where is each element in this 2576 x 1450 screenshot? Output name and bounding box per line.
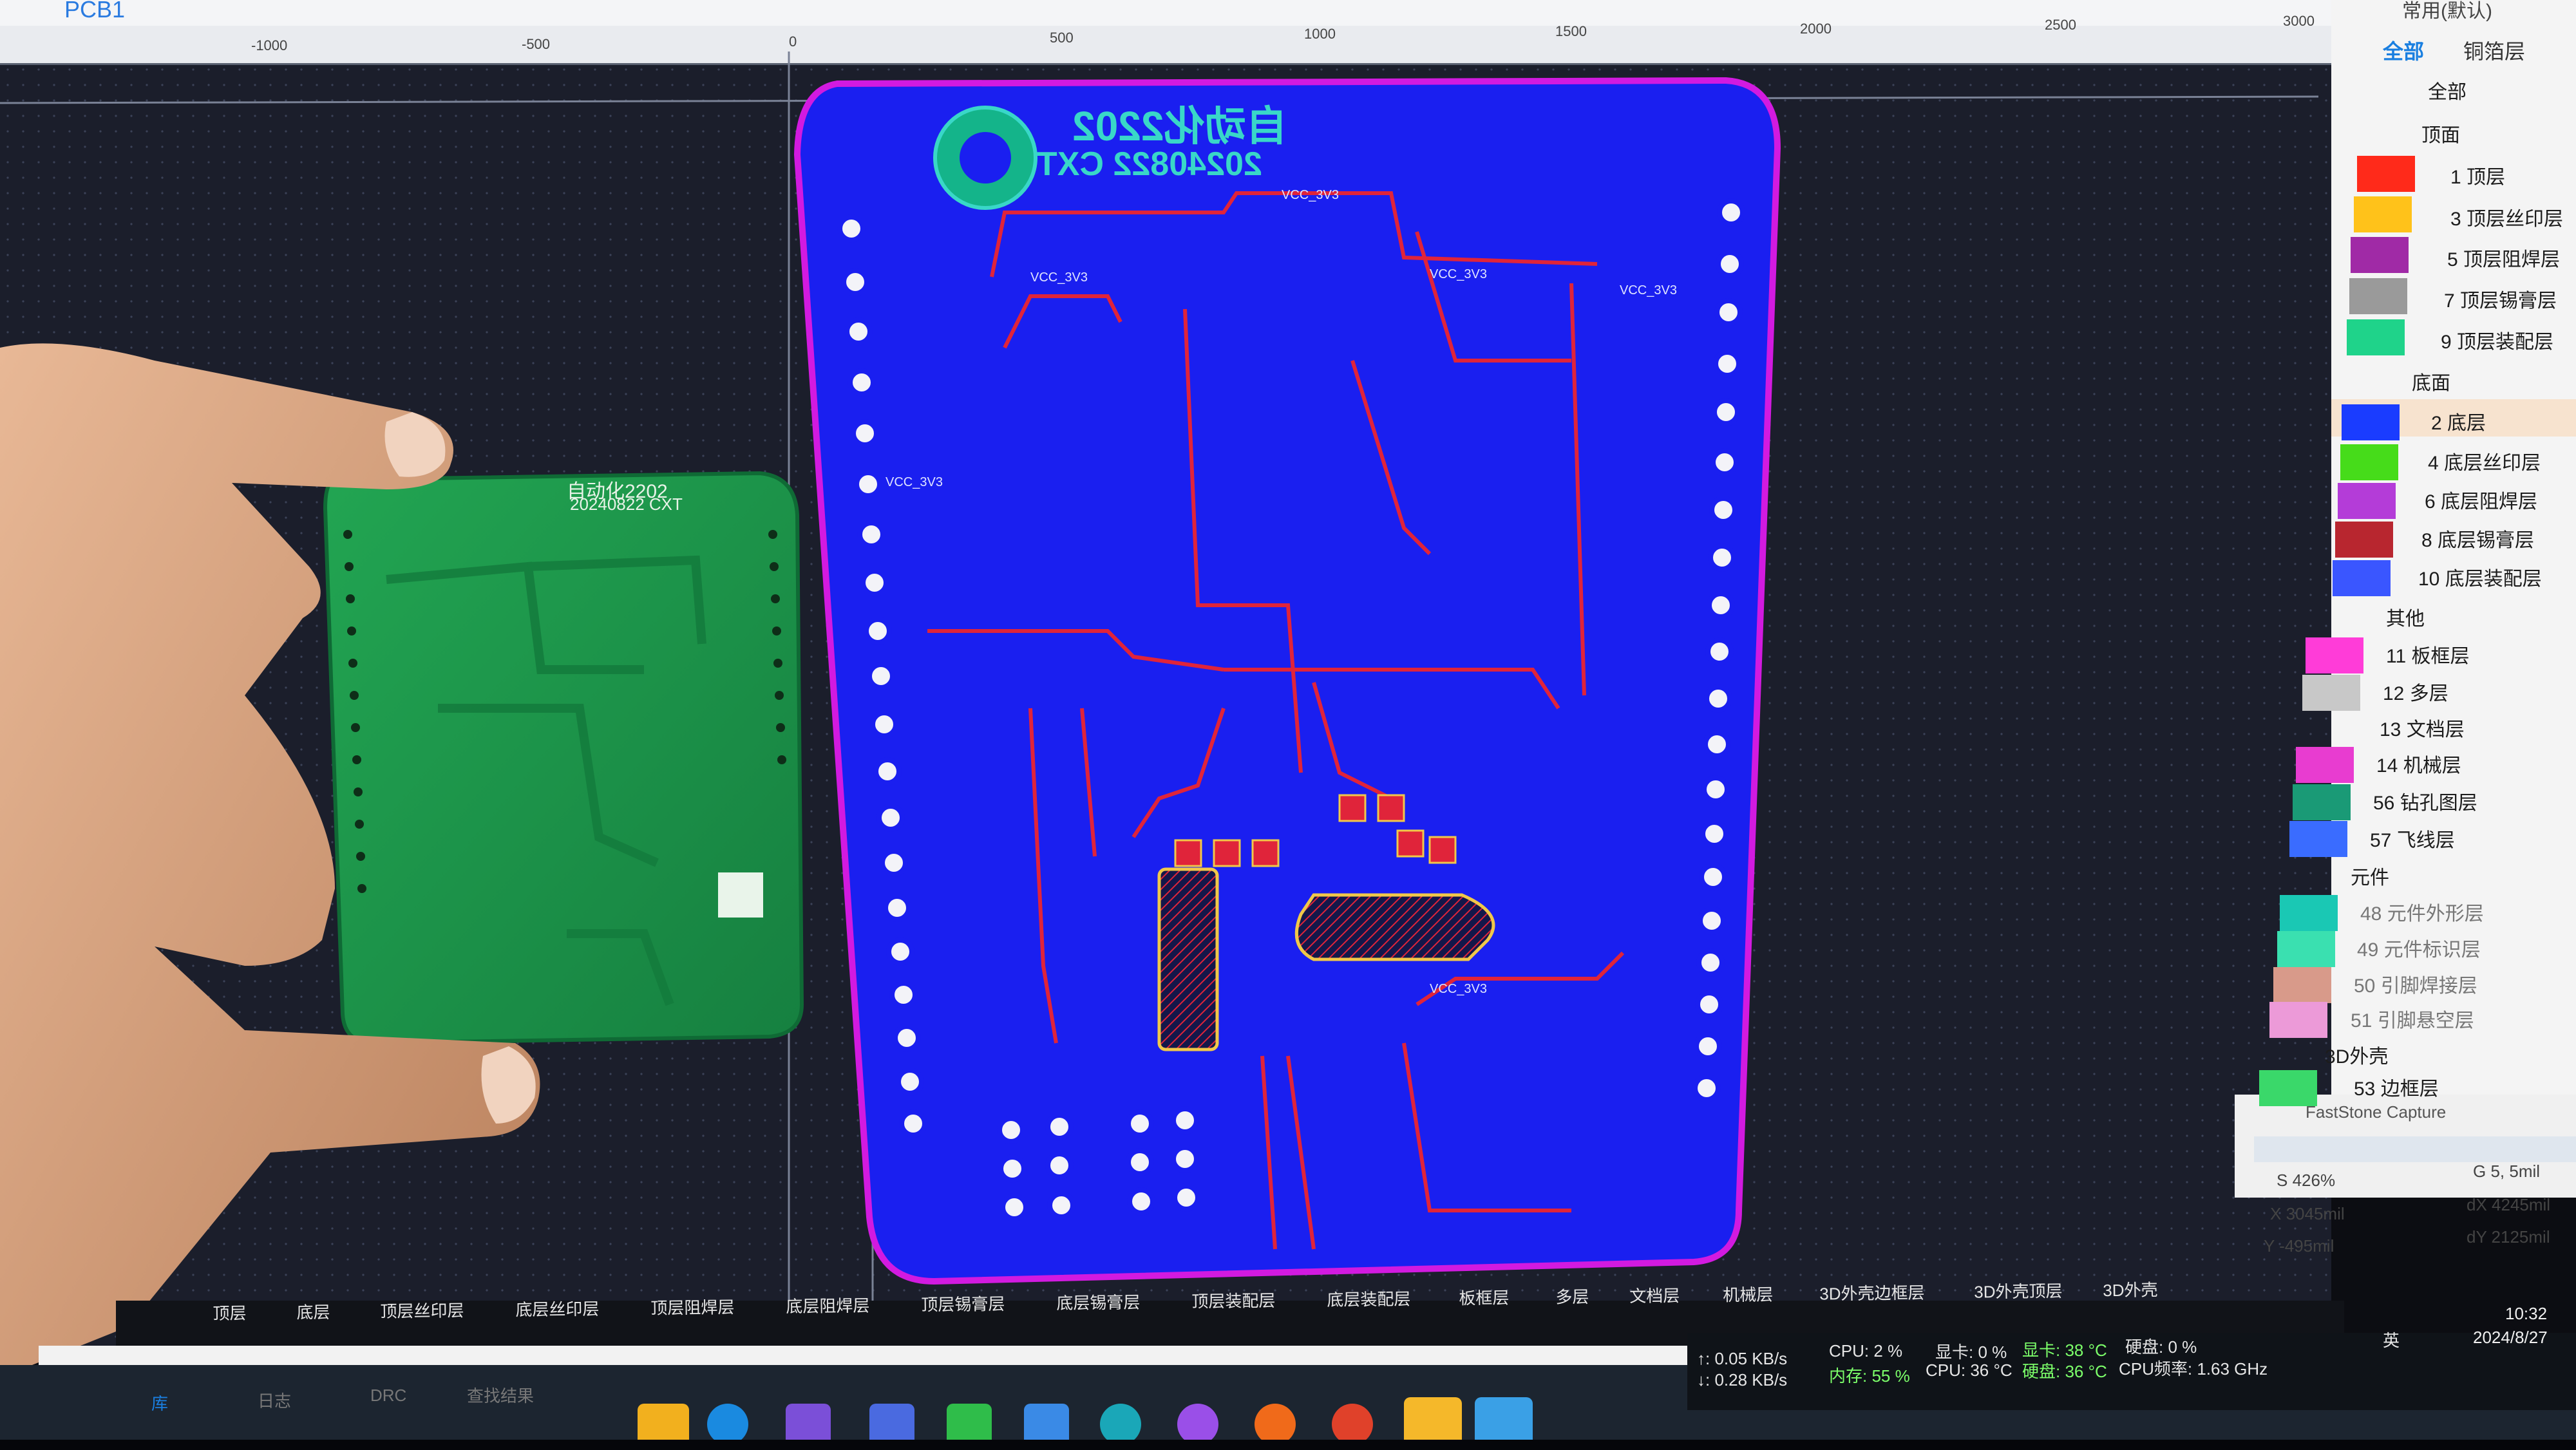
layer-item[interactable]: 11 板框层: [2386, 640, 2469, 668]
layer-tab[interactable]: 底层装配层: [1327, 1286, 1410, 1311]
ruler-tick: 1500: [1555, 23, 1587, 39]
layer-group[interactable]: 底面: [2412, 367, 2450, 395]
layer-item[interactable]: 12 多层: [2383, 677, 2448, 706]
layer-group[interactable]: 顶面: [2421, 119, 2460, 147]
layer-item[interactable]: 10 底层装配层: [2418, 563, 2542, 591]
ruler-tick: 3000: [2283, 13, 2315, 29]
document-tab[interactable]: PCB1: [64, 0, 125, 23]
layer-tab[interactable]: 底层锡膏层: [1056, 1289, 1140, 1314]
net-label: VCC_3V3: [1030, 270, 1088, 285]
layer-item[interactable]: 7 顶层锡膏层: [2444, 285, 2557, 313]
net-label: VCC_3V3: [886, 475, 943, 489]
cpu-usage: CPU: 2 %: [1829, 1341, 1903, 1361]
layer-item[interactable]: 56 钻孔图层: [2373, 787, 2477, 815]
dy-readout: dY 2125mil: [2467, 1227, 2550, 1247]
tab-copper[interactable]: 铜箔层: [2463, 35, 2525, 65]
tab-log[interactable]: 日志: [258, 1388, 291, 1412]
layer-group[interactable]: 其他: [2386, 603, 2425, 631]
ruler-tick: -1000: [251, 37, 288, 53]
layer-tab[interactable]: 底层阻焊层: [786, 1293, 869, 1318]
net-upload: ↑: 0.05 KB/s: [1697, 1349, 1788, 1368]
photo-scene: [0, 0, 2576, 1450]
layer-tab[interactable]: 顶层丝印层: [380, 1297, 464, 1323]
ruler-tick: 1000: [1304, 26, 1336, 42]
layer-item[interactable]: 6 底层阻焊层: [2425, 485, 2537, 514]
layer-tab[interactable]: 3D外壳: [2103, 1277, 2158, 1301]
layer-item[interactable]: 8 底层锡膏层: [2421, 524, 2534, 552]
layer-tab[interactable]: 底层: [296, 1299, 330, 1324]
layer-tab[interactable]: 底层丝印层: [515, 1296, 599, 1321]
layer-tab[interactable]: 3D外壳边框层: [1819, 1280, 1925, 1305]
layer-item[interactable]: 全部: [2428, 76, 2467, 104]
gpu-usage: 显卡: 0 %: [1935, 1342, 2007, 1362]
ruler-tick: 2000: [1800, 21, 1832, 37]
dx-readout: dX 4245mil: [2467, 1195, 2551, 1214]
pcb-silkscreen-date: 20240822 CXT: [1037, 146, 1262, 183]
disk-temp: 硬盘: 36 °C: [2022, 1362, 2107, 1381]
clock-date[interactable]: 2024/8/27: [2473, 1328, 2548, 1348]
layer-item[interactable]: 9 顶层装配层: [2441, 326, 2553, 354]
layer-item[interactable]: 48 元件外形层: [2360, 898, 2484, 926]
tab-all[interactable]: 全部: [2383, 35, 2424, 65]
net-label: VCC_3V3: [1620, 283, 1677, 297]
layer-item[interactable]: 3 顶层丝印层: [2450, 203, 2563, 231]
cpu-temp: CPU: 36 °C: [1926, 1361, 2012, 1380]
net-download: ↓: 0.28 KB/s: [1697, 1370, 1788, 1389]
layer-tab[interactable]: 机械层: [1723, 1281, 1773, 1306]
layer-tab[interactable]: 板框层: [1459, 1285, 1509, 1309]
cpu-frequency: CPU频率: 1.63 GHz: [2119, 1359, 2268, 1379]
layer-item-selected[interactable]: 2 底层: [2431, 407, 2486, 435]
layer-tab[interactable]: 多层: [1555, 1284, 1589, 1308]
layer-tab[interactable]: 文档层: [1629, 1283, 1680, 1307]
scale-readout: S 426%: [2277, 1171, 2336, 1190]
grid-readout: G 5, 5mil: [2473, 1162, 2541, 1181]
layer-tab[interactable]: 顶层锡膏层: [921, 1291, 1005, 1316]
layer-group[interactable]: 3D外壳: [2325, 1040, 2388, 1069]
tab-find-results[interactable]: 查找结果: [467, 1383, 534, 1407]
gpu-temp: 显卡: 38 °C: [2022, 1341, 2107, 1360]
layer-item[interactable]: 4 底层丝印层: [2428, 447, 2541, 475]
layer-tab[interactable]: 3D外壳顶层: [1974, 1278, 2063, 1303]
ruler-tick: -500: [522, 36, 551, 52]
ime-indicator[interactable]: 英: [2383, 1328, 2400, 1351]
tab-drc[interactable]: DRC: [370, 1386, 406, 1406]
net-label: VCC_3V3: [1430, 982, 1487, 996]
pcb-silkscreen-title: 自动化2202: [1072, 103, 1288, 149]
panel-header: 常用(默认): [2402, 1, 2492, 22]
disk-usage: 硬盘: 0 %: [2125, 1337, 2197, 1357]
ruler-tick: 500: [1050, 30, 1074, 46]
layer-item[interactable]: 5 顶层阻焊层: [2447, 243, 2560, 272]
y-readout: Y -495mil: [2264, 1236, 2334, 1256]
net-label: VCC_3V3: [1430, 267, 1487, 281]
ruler-tick: 0: [789, 33, 797, 50]
layer-item[interactable]: 57 飞线层: [2370, 824, 2455, 852]
layer-group[interactable]: 元件: [2351, 862, 2389, 890]
layer-tab[interactable]: 顶层阻焊层: [650, 1294, 734, 1319]
capture-tool-title: FastStone Capture: [2306, 1102, 2447, 1122]
ruler-tick: 2500: [2045, 17, 2076, 33]
net-label: VCC_3V3: [1282, 188, 1339, 202]
layer-item[interactable]: 53 边框层: [2354, 1073, 2439, 1101]
memory-usage: 内存: 55 %: [1829, 1366, 1910, 1386]
layer-item[interactable]: 50 引脚焊接层: [2354, 970, 2477, 998]
layer-item[interactable]: 49 元件标识层: [2357, 934, 2481, 962]
physical-board-date: 20240822 CXT: [570, 494, 683, 514]
layer-item[interactable]: 13 文档层: [2380, 713, 2465, 742]
tab-library[interactable]: 库: [151, 1391, 168, 1415]
clock-time[interactable]: 10:32: [2505, 1304, 2547, 1324]
layer-item[interactable]: 14 机械层: [2376, 749, 2461, 778]
x-readout: X 3045mil: [2270, 1204, 2345, 1223]
layer-item[interactable]: 1 顶层: [2450, 161, 2505, 189]
layer-tab[interactable]: 顶层装配层: [1191, 1288, 1275, 1313]
layer-tab[interactable]: 顶层: [213, 1300, 246, 1324]
layer-item[interactable]: 51 引脚悬空层: [2351, 1004, 2474, 1033]
